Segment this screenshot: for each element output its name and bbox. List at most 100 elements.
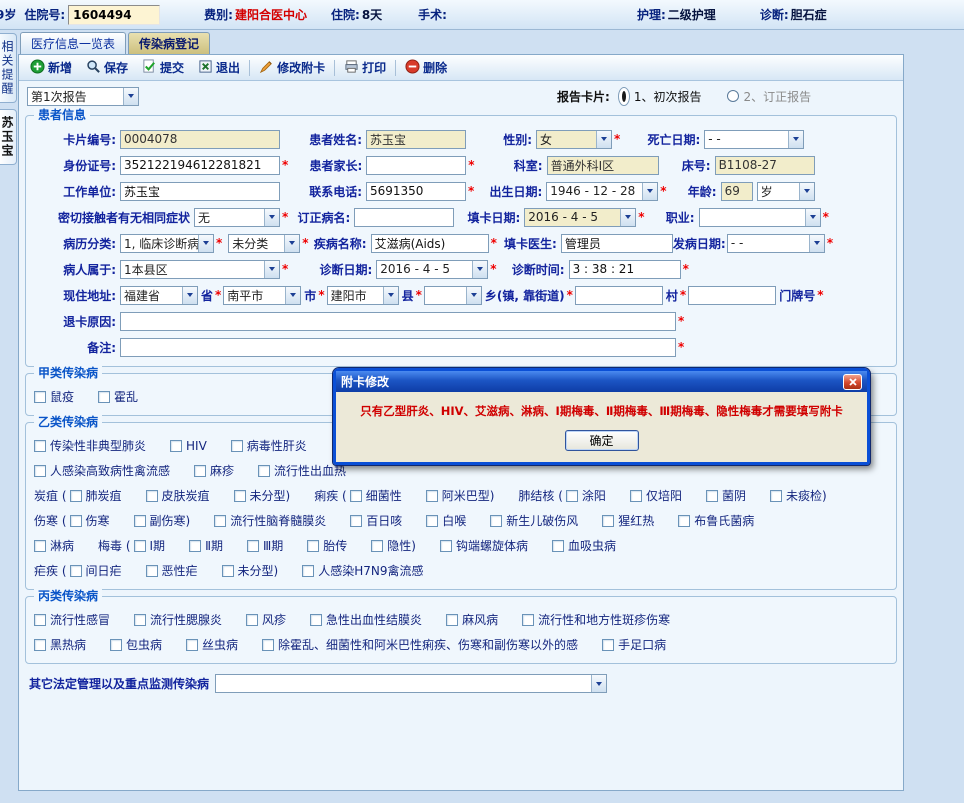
dropdown-arrow-icon[interactable] bbox=[285, 286, 301, 304]
checkbox[interactable] bbox=[145, 564, 158, 577]
checkbox[interactable] bbox=[133, 539, 146, 552]
record-class-select[interactable]: 1, 临床诊断病 bbox=[120, 233, 214, 253]
checkbox-item[interactable]: 布鲁氏菌病 bbox=[678, 512, 754, 529]
checkbox[interactable] bbox=[307, 539, 320, 552]
admission-number-field[interactable]: 1604494 bbox=[68, 4, 161, 25]
radio-first-report[interactable] bbox=[617, 86, 630, 106]
dropdown-arrow-icon[interactable] bbox=[284, 234, 300, 252]
checkbox-item[interactable]: 麻疹 bbox=[194, 462, 234, 479]
checkbox-item[interactable]: 包虫病 bbox=[110, 636, 162, 653]
diagnose-time-input[interactable]: 3 : 38 : 21 bbox=[568, 259, 681, 279]
checkbox[interactable] bbox=[134, 613, 147, 626]
checkbox-item[interactable]: 隐性) bbox=[371, 537, 416, 554]
checkbox[interactable] bbox=[302, 564, 315, 577]
checkbox-item[interactable]: 间日疟 bbox=[69, 562, 122, 579]
ok-button[interactable]: 确定 bbox=[564, 430, 639, 451]
occupation-select[interactable] bbox=[698, 207, 821, 227]
checkbox[interactable] bbox=[769, 489, 782, 502]
checkbox[interactable] bbox=[34, 638, 46, 651]
related-reminder-tab[interactable]: 相关提醒 bbox=[0, 33, 17, 103]
delete-button[interactable]: 删除 bbox=[398, 57, 454, 79]
department-input[interactable]: 普通外科Ⅰ区 bbox=[546, 155, 659, 175]
dropdown-arrow-icon[interactable] bbox=[472, 260, 488, 278]
checkbox[interactable] bbox=[678, 514, 691, 527]
province-select[interactable]: 福建省 bbox=[120, 285, 198, 305]
checkbox[interactable] bbox=[145, 489, 158, 502]
record-subclass-select[interactable]: 未分类 bbox=[228, 233, 301, 253]
dropdown-arrow-icon[interactable] bbox=[798, 182, 814, 200]
checkbox-item[interactable]: 除霍乱、细菌性和阿米巴性痢疾、伤寒和副伤寒以外的感 bbox=[262, 636, 578, 653]
checkbox[interactable] bbox=[214, 514, 227, 527]
fill-doctor-input[interactable]: 管理员 bbox=[560, 233, 673, 253]
checkbox-item[interactable]: 流行性腮腺炎 bbox=[134, 611, 222, 628]
house-number-input[interactable] bbox=[688, 285, 777, 305]
patient-name-input[interactable]: 苏玉宝 bbox=[366, 129, 466, 149]
checkbox[interactable] bbox=[34, 464, 46, 477]
checkbox[interactable] bbox=[426, 514, 439, 527]
bed-number-input[interactable]: B1108-27 bbox=[714, 155, 815, 175]
checkbox-item[interactable]: 胎传 bbox=[307, 537, 347, 554]
checkbox[interactable] bbox=[258, 464, 271, 477]
save-button[interactable]: 保存 bbox=[79, 57, 135, 79]
checkbox[interactable] bbox=[34, 390, 46, 403]
card-return-reason-input[interactable] bbox=[120, 311, 676, 331]
checkbox[interactable] bbox=[565, 489, 578, 502]
submit-button[interactable]: 提交 bbox=[135, 57, 191, 79]
checkbox-item[interactable]: 人感染H7N9禽流感 bbox=[302, 562, 424, 579]
disease-name-input[interactable]: 艾滋病(Aids) bbox=[370, 233, 489, 253]
dialog-title-bar[interactable]: 附卡修改 bbox=[336, 371, 867, 392]
checkbox[interactable] bbox=[98, 390, 111, 403]
patient-name-tab[interactable]: 苏玉宝 bbox=[0, 109, 17, 165]
checkbox[interactable] bbox=[490, 514, 503, 527]
checkbox[interactable] bbox=[194, 464, 207, 477]
dropdown-arrow-icon[interactable] bbox=[465, 286, 481, 304]
checkbox[interactable] bbox=[186, 638, 199, 651]
checkbox[interactable] bbox=[69, 489, 82, 502]
dropdown-arrow-icon[interactable] bbox=[788, 130, 804, 148]
checkbox[interactable] bbox=[602, 514, 615, 527]
onset-date-select[interactable]: - - bbox=[726, 233, 825, 253]
checkbox-item[interactable]: 霍乱 bbox=[98, 388, 138, 405]
birth-date-select[interactable]: 1946 - 12 - 28 bbox=[546, 181, 659, 201]
checkbox-item[interactable]: 伤寒 bbox=[69, 512, 110, 529]
checkbox[interactable] bbox=[262, 638, 275, 651]
remarks-input[interactable] bbox=[120, 337, 676, 357]
close-icon[interactable] bbox=[843, 373, 862, 390]
checkbox-item[interactable]: HIV bbox=[170, 439, 207, 453]
checkbox[interactable] bbox=[34, 613, 46, 626]
dropdown-arrow-icon[interactable] bbox=[620, 208, 636, 226]
phone-input[interactable]: 5691350 bbox=[366, 181, 466, 201]
checkbox-item[interactable]: 病毒性肝炎 bbox=[230, 437, 307, 454]
dropdown-arrow-icon[interactable] bbox=[198, 234, 213, 252]
checkbox-item[interactable]: 流行性和地方性斑疹伤寒 bbox=[522, 611, 670, 628]
township-select[interactable] bbox=[423, 285, 482, 305]
checkbox[interactable] bbox=[371, 539, 384, 552]
checkbox[interactable] bbox=[246, 539, 259, 552]
checkbox-item[interactable]: 百日咳 bbox=[350, 512, 402, 529]
dropdown-arrow-icon[interactable] bbox=[264, 208, 279, 226]
dropdown-arrow-icon[interactable] bbox=[591, 675, 607, 692]
checkbox[interactable] bbox=[349, 489, 362, 502]
checkbox-item[interactable]: Ⅲ期 bbox=[246, 537, 283, 554]
checkbox[interactable] bbox=[350, 514, 363, 527]
checkbox[interactable] bbox=[522, 613, 535, 626]
checkbox-item[interactable]: 鼠疫 bbox=[34, 388, 74, 405]
checkbox[interactable] bbox=[34, 439, 46, 452]
checkbox-item[interactable]: 未痰检) bbox=[769, 487, 827, 504]
checkbox-item[interactable]: 流行性脑脊髓膜炎 bbox=[214, 512, 326, 529]
checkbox-item[interactable]: 手足口病 bbox=[602, 636, 666, 653]
village-input[interactable] bbox=[574, 285, 663, 305]
checkbox[interactable] bbox=[446, 613, 459, 626]
tab-medical-info-overview[interactable]: 医疗信息一览表 bbox=[20, 32, 127, 54]
checkbox[interactable] bbox=[170, 439, 183, 452]
dropdown-arrow-icon[interactable] bbox=[642, 182, 658, 200]
id-card-input[interactable]: 352122194612281821 bbox=[120, 155, 280, 175]
checkbox-item[interactable]: 副伤寒) bbox=[133, 512, 190, 529]
checkbox[interactable] bbox=[705, 489, 718, 502]
checkbox-item[interactable]: 细菌性 bbox=[349, 487, 402, 504]
contact-symptom-select[interactable]: 无 bbox=[194, 207, 280, 227]
dropdown-arrow-icon[interactable] bbox=[264, 260, 279, 278]
guardian-input[interactable] bbox=[366, 155, 467, 175]
county-select[interactable]: 建阳市 bbox=[326, 285, 399, 305]
dropdown-arrow-icon[interactable] bbox=[808, 234, 824, 252]
